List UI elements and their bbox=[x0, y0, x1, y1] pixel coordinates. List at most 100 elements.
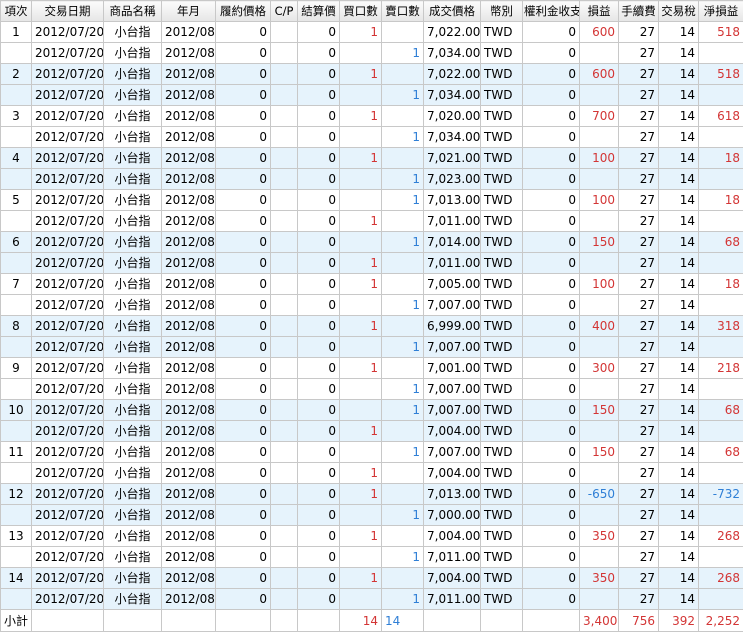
cell-tax: 14 bbox=[658, 294, 699, 316]
cell-product-name: 小台指 bbox=[103, 231, 162, 253]
cell-call-put bbox=[270, 546, 298, 568]
table-row[interactable]: 2012/07/20 小台指 2012/08 0 0 1 7,034.00 TWD 0 27 14 bbox=[0, 126, 743, 148]
cell-call-put bbox=[270, 525, 298, 547]
cell-strike-price: 0 bbox=[215, 399, 271, 421]
cell-index bbox=[0, 588, 32, 610]
table-row[interactable]: 2012/07/20 小台指 2012/08 0 0 1 7,004.00 TWD 0 27 14 bbox=[0, 420, 743, 442]
cell-profit-loss: 300 bbox=[579, 357, 619, 379]
table-row[interactable]: 2012/07/20 小台指 2012/08 0 0 1 7,007.00 TWD 0 27 14 bbox=[0, 294, 743, 316]
cell-settlement-price: 0 bbox=[297, 336, 340, 358]
table-row[interactable]: 14 2012/07/20 小台指 2012/08 0 0 1 7,004.00 TWD 0 350… bbox=[0, 567, 743, 589]
cell-net-profit-loss: 18 bbox=[698, 189, 743, 211]
cell-trade-date: 2012/07/20 bbox=[31, 231, 104, 253]
cell-tax: 14 bbox=[658, 546, 699, 568]
cell-call-put bbox=[270, 378, 298, 400]
table-row[interactable]: 2 2012/07/20 小台指 2012/08 0 0 1 7,022.00 TWD 0 600 2… bbox=[0, 63, 743, 85]
col-header-profit-loss[interactable]: 損益 bbox=[579, 0, 619, 22]
col-header-year-month[interactable]: 年月 bbox=[161, 0, 216, 22]
table-row[interactable]: 2012/07/20 小台指 2012/08 0 0 1 7,034.00 TWD 0 27 14 bbox=[0, 42, 743, 64]
table-row[interactable]: 7 2012/07/20 小台指 2012/08 0 0 1 7,005.00 TWD 0 100 2… bbox=[0, 273, 743, 295]
table-row[interactable]: 2012/07/20 小台指 2012/08 0 0 1 7,007.00 TWD 0 27 14 bbox=[0, 378, 743, 400]
cell-settlement-price: 0 bbox=[297, 546, 340, 568]
cell-currency: TWD bbox=[480, 147, 523, 169]
table-row[interactable]: 6 2012/07/20 小台指 2012/08 0 0 1 7,014.00 TWD 0 150 2… bbox=[0, 231, 743, 253]
cell-trade-price: 7,013.00 bbox=[423, 483, 481, 505]
table-row[interactable]: 4 2012/07/20 小台指 2012/08 0 0 1 7,021.00 TWD 0 100 2… bbox=[0, 147, 743, 169]
table-row[interactable]: 12 2012/07/20 小台指 2012/08 0 0 1 7,013.00 TWD 0 -65… bbox=[0, 483, 743, 505]
table-row[interactable]: 2012/07/20 小台指 2012/08 0 0 1 7,023.00 TWD 0 27 14 bbox=[0, 168, 743, 190]
col-header-trade-date[interactable]: 交易日期 bbox=[31, 0, 104, 22]
cell-premium: 0 bbox=[522, 567, 580, 589]
cell-trade-date: 2012/07/20 bbox=[31, 21, 104, 43]
col-header-fee[interactable]: 手續費 bbox=[618, 0, 659, 22]
cell-profit-loss bbox=[579, 294, 619, 316]
table-row[interactable]: 2012/07/20 小台指 2012/08 0 0 1 7,011.00 TWD 0 27 14 bbox=[0, 252, 743, 274]
cell-strike-price: 0 bbox=[215, 168, 271, 190]
col-header-net-profit-loss[interactable]: 淨損益 bbox=[698, 0, 743, 22]
cell-sell-qty bbox=[381, 315, 424, 337]
cell-product-name: 小台指 bbox=[103, 504, 162, 526]
cell-settlement-price: 0 bbox=[297, 189, 340, 211]
cell-profit-loss: 400 bbox=[579, 315, 619, 337]
cell-strike-price: 0 bbox=[215, 462, 271, 484]
cell-index: 7 bbox=[0, 273, 32, 295]
col-header-product-name[interactable]: 商品名稱 bbox=[103, 0, 162, 22]
table-row[interactable]: 2012/07/20 小台指 2012/08 0 0 1 7,011.00 TWD 0 27 14 bbox=[0, 210, 743, 232]
cell-fee: 27 bbox=[618, 42, 659, 64]
cell-trade-price: 7,001.00 bbox=[423, 357, 481, 379]
table-row[interactable]: 9 2012/07/20 小台指 2012/08 0 0 1 7,001.00 TWD 0 300 2… bbox=[0, 357, 743, 379]
subtotal-empty bbox=[161, 609, 216, 632]
col-header-premium[interactable]: 權利金收支 bbox=[522, 0, 580, 22]
cell-trade-date: 2012/07/20 bbox=[31, 42, 104, 64]
cell-premium: 0 bbox=[522, 42, 580, 64]
table-row[interactable]: 13 2012/07/20 小台指 2012/08 0 0 1 7,004.00 TWD 0 350… bbox=[0, 525, 743, 547]
cell-trade-price: 7,004.00 bbox=[423, 420, 481, 442]
table-row[interactable]: 8 2012/07/20 小台指 2012/08 0 0 1 6,999.00 TWD 0 400 2… bbox=[0, 315, 743, 337]
table-row[interactable]: 2012/07/20 小台指 2012/08 0 0 1 7,011.00 TWD 0 27 14 bbox=[0, 588, 743, 610]
col-header-call-put[interactable]: C/P bbox=[270, 0, 298, 22]
table-row[interactable]: 2012/07/20 小台指 2012/08 0 0 1 7,000.00 TWD 0 27 14 bbox=[0, 504, 743, 526]
cell-trade-price: 7,007.00 bbox=[423, 441, 481, 463]
col-header-sell-qty[interactable]: 賣口數 bbox=[381, 0, 424, 22]
cell-sell-qty bbox=[381, 567, 424, 589]
cell-sell-qty bbox=[381, 483, 424, 505]
table-row[interactable]: 11 2012/07/20 小台指 2012/08 0 0 1 7,007.00 TWD 0 150… bbox=[0, 441, 743, 463]
cell-year-month: 2012/08 bbox=[161, 84, 216, 106]
cell-tax: 14 bbox=[658, 420, 699, 442]
cell-settlement-price: 0 bbox=[297, 357, 340, 379]
table-row[interactable]: 2012/07/20 小台指 2012/08 0 0 1 7,034.00 TWD 0 27 14 bbox=[0, 84, 743, 106]
cell-index bbox=[0, 462, 32, 484]
cell-year-month: 2012/08 bbox=[161, 189, 216, 211]
cell-fee: 27 bbox=[618, 378, 659, 400]
table-row[interactable]: 2012/07/20 小台指 2012/08 0 0 1 7,011.00 TWD 0 27 14 bbox=[0, 546, 743, 568]
cell-index: 10 bbox=[0, 399, 32, 421]
table-row[interactable]: 2012/07/20 小台指 2012/08 0 0 1 7,007.00 TWD 0 27 14 bbox=[0, 336, 743, 358]
table-row[interactable]: 3 2012/07/20 小台指 2012/08 0 0 1 7,020.00 TWD 0 700 2… bbox=[0, 105, 743, 127]
table-row[interactable]: 1 2012/07/20 小台指 2012/08 0 0 1 7,022.00 TWD 0 600 2… bbox=[0, 21, 743, 43]
cell-product-name: 小台指 bbox=[103, 399, 162, 421]
col-header-settlement-price[interactable]: 結算價 bbox=[297, 0, 340, 22]
cell-sell-qty bbox=[381, 210, 424, 232]
col-header-strike-price[interactable]: 履約價格 bbox=[215, 0, 271, 22]
cell-fee: 27 bbox=[618, 567, 659, 589]
cell-fee: 27 bbox=[618, 462, 659, 484]
table-row[interactable]: 2012/07/20 小台指 2012/08 0 0 1 7,004.00 TWD 0 27 14 bbox=[0, 462, 743, 484]
col-header-index[interactable]: 項次 bbox=[0, 0, 32, 22]
cell-index: 2 bbox=[0, 63, 32, 85]
cell-buy-qty bbox=[339, 189, 382, 211]
cell-trade-date: 2012/07/20 bbox=[31, 441, 104, 463]
cell-currency: TWD bbox=[480, 462, 523, 484]
cell-year-month: 2012/08 bbox=[161, 168, 216, 190]
col-header-buy-qty[interactable]: 買口數 bbox=[339, 0, 382, 22]
cell-buy-qty bbox=[339, 378, 382, 400]
cell-tax: 14 bbox=[658, 84, 699, 106]
subtotal-empty bbox=[215, 609, 271, 632]
cell-profit-loss bbox=[579, 462, 619, 484]
table-row[interactable]: 5 2012/07/20 小台指 2012/08 0 0 1 7,013.00 TWD 0 100 2… bbox=[0, 189, 743, 211]
table-row[interactable]: 10 2012/07/20 小台指 2012/08 0 0 1 7,007.00 TWD 0 150… bbox=[0, 399, 743, 421]
col-header-trade-price[interactable]: 成交價格 bbox=[423, 0, 481, 22]
col-header-tax[interactable]: 交易稅 bbox=[658, 0, 699, 22]
cell-year-month: 2012/08 bbox=[161, 126, 216, 148]
cell-tax: 14 bbox=[658, 42, 699, 64]
col-header-currency[interactable]: 幣別 bbox=[480, 0, 523, 22]
